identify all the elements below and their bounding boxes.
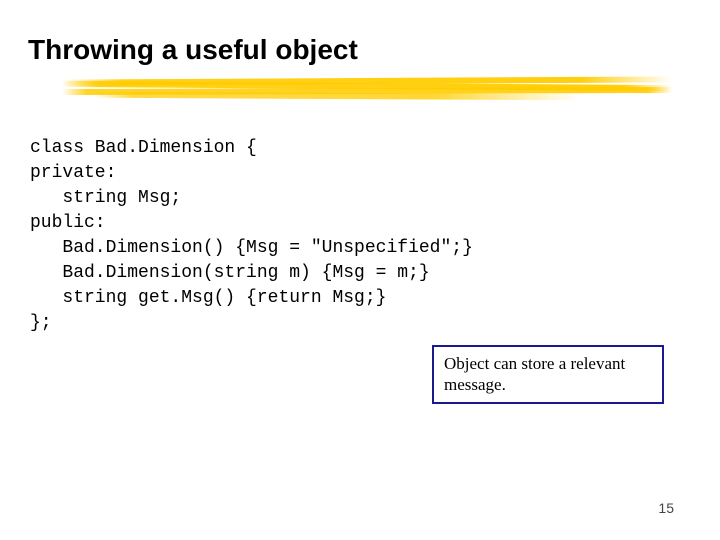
callout-text: Object can store a relevant message. bbox=[444, 354, 625, 394]
slide-title: Throwing a useful object bbox=[28, 34, 358, 66]
callout-box: Object can store a relevant message. bbox=[432, 345, 664, 404]
title-underline-decoration bbox=[62, 78, 672, 104]
page-number: 15 bbox=[658, 500, 674, 516]
code-block: class Bad.Dimension { private: string Ms… bbox=[30, 136, 473, 336]
